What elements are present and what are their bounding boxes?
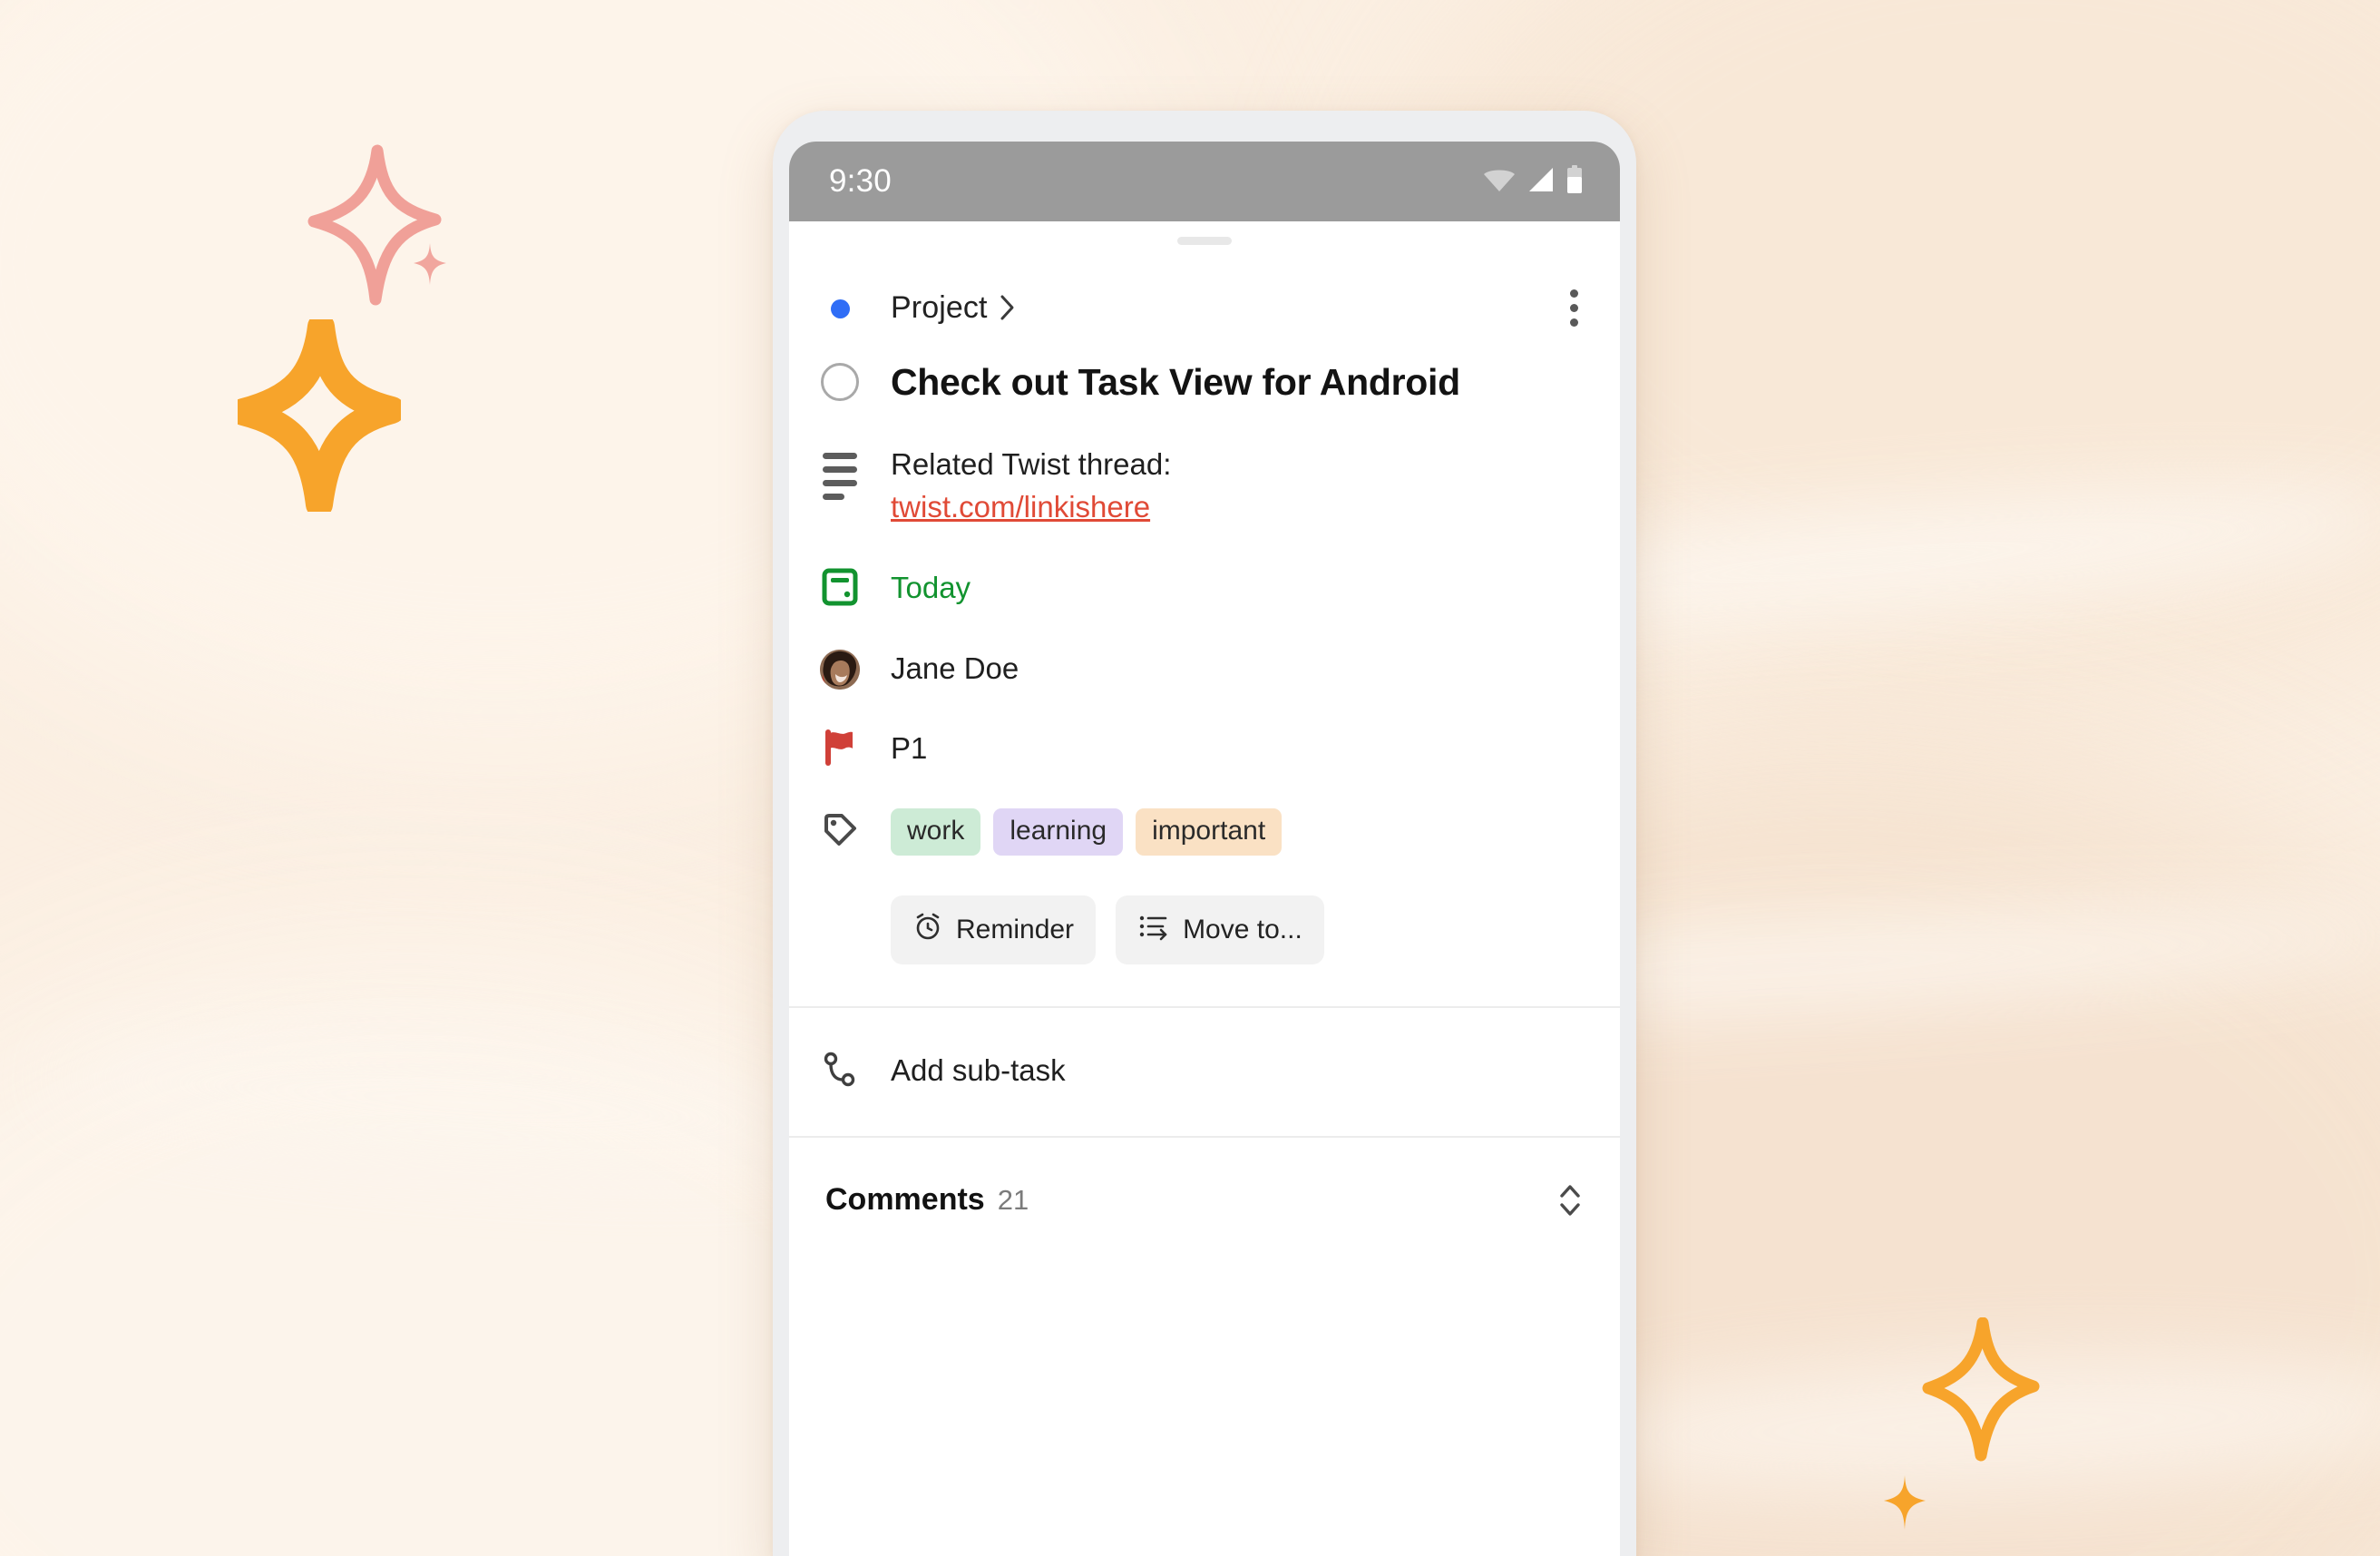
project-breadcrumb[interactable]: Project: [891, 290, 1017, 326]
comments-title: Comments: [825, 1182, 985, 1218]
task-labels: work learning important: [891, 807, 1283, 856]
actions-gutter: [789, 895, 891, 897]
description-link[interactable]: twist.com/linkishere: [891, 486, 1150, 529]
add-subtask-row[interactable]: Add sub-task: [789, 1008, 1620, 1136]
sparkle-small-icon: [1879, 1472, 1930, 1538]
task-complete-checkbox[interactable]: [821, 363, 859, 401]
sparkle-small-icon: [410, 240, 450, 293]
project-name-label: Project: [891, 289, 988, 325]
task-assignee-label: Jane Doe: [891, 651, 1019, 685]
subtask-icon-gutter: [789, 1048, 891, 1094]
drag-handle[interactable]: [1177, 236, 1232, 245]
add-subtask-label: Add sub-task: [891, 1053, 1066, 1088]
subtask-branch-icon: [820, 1050, 860, 1094]
sparkle-icon: [229, 313, 405, 518]
more-options-button[interactable]: [1561, 279, 1587, 338]
move-to-label: Move to...: [1183, 914, 1302, 944]
wifi-icon: [1482, 166, 1517, 198]
description-text: Related Twist thread:: [891, 446, 1172, 481]
task-description-row: Related Twist thread: twist.com/linkishe…: [789, 404, 1620, 529]
kebab-dot: [1570, 318, 1578, 327]
cell-signal-icon: [1527, 166, 1556, 198]
priority-flag-icon: [820, 728, 860, 772]
tag-icon-gutter: [789, 808, 891, 855]
task-title[interactable]: Check out Task View for Android: [891, 361, 1488, 404]
phone-mockup: 9:30 Project Check out Task View for And…: [773, 111, 1636, 1556]
task-due-date-label: Today: [891, 571, 971, 605]
task-checkbox-gutter: [789, 361, 891, 401]
sparkle-icon: [1921, 1316, 2041, 1467]
label-chip[interactable]: learning: [993, 807, 1124, 856]
avatar: [820, 649, 860, 690]
task-priority-row[interactable]: P1: [789, 690, 1620, 772]
flag-icon-gutter: [789, 726, 891, 772]
project-dot-gutter: [789, 298, 891, 318]
task-due-date-row[interactable]: Today: [789, 529, 1620, 612]
move-to-list-icon: [1137, 911, 1170, 949]
task-actions-row: Reminder Move to...: [789, 856, 1620, 1006]
status-bar-icons: [1482, 164, 1584, 199]
status-bar: 9:30: [789, 142, 1620, 221]
label-chip[interactable]: important: [1136, 807, 1283, 856]
status-bar-clock: 9:30: [829, 163, 892, 199]
comments-count: 21: [997, 1183, 1029, 1216]
label-chip[interactable]: work: [891, 807, 981, 856]
kebab-dot: [1570, 289, 1578, 298]
comments-section-header[interactable]: Comments 21: [789, 1138, 1620, 1263]
reminder-label: Reminder: [956, 914, 1075, 944]
sheet-drag-handle-row[interactable]: [789, 221, 1620, 259]
reminder-button[interactable]: Reminder: [891, 895, 1097, 964]
task-action-chips: Reminder Move to...: [891, 895, 1324, 964]
battery-icon: [1566, 164, 1584, 199]
chevron-right-icon: [999, 293, 1017, 322]
calendar-icon: [820, 567, 860, 612]
description-lines-icon: [823, 445, 857, 500]
task-title-row: Check out Task View for Android: [789, 336, 1620, 404]
avatar-gutter: [789, 648, 891, 690]
task-priority-label: P1: [891, 731, 928, 766]
move-to-button[interactable]: Move to...: [1116, 895, 1324, 964]
phone-screen: 9:30 Project Check out Task View for And…: [789, 142, 1620, 1556]
description-icon-gutter: [789, 444, 891, 500]
project-color-dot: [830, 298, 850, 318]
tag-icon: [820, 810, 860, 855]
task-detail-sheet: Project Check out Task View for Android …: [789, 221, 1620, 1263]
calendar-icon-gutter: [789, 565, 891, 612]
project-header-row: Project: [789, 259, 1620, 336]
task-assignee-row[interactable]: Jane Doe: [789, 612, 1620, 690]
task-description[interactable]: Related Twist thread: twist.com/linkishe…: [891, 444, 1171, 529]
alarm-clock-icon: [912, 911, 943, 949]
task-labels-row: work learning important: [789, 772, 1620, 856]
expand-collapse-chevrons-icon[interactable]: [1556, 1179, 1584, 1221]
kebab-dot: [1570, 303, 1578, 312]
